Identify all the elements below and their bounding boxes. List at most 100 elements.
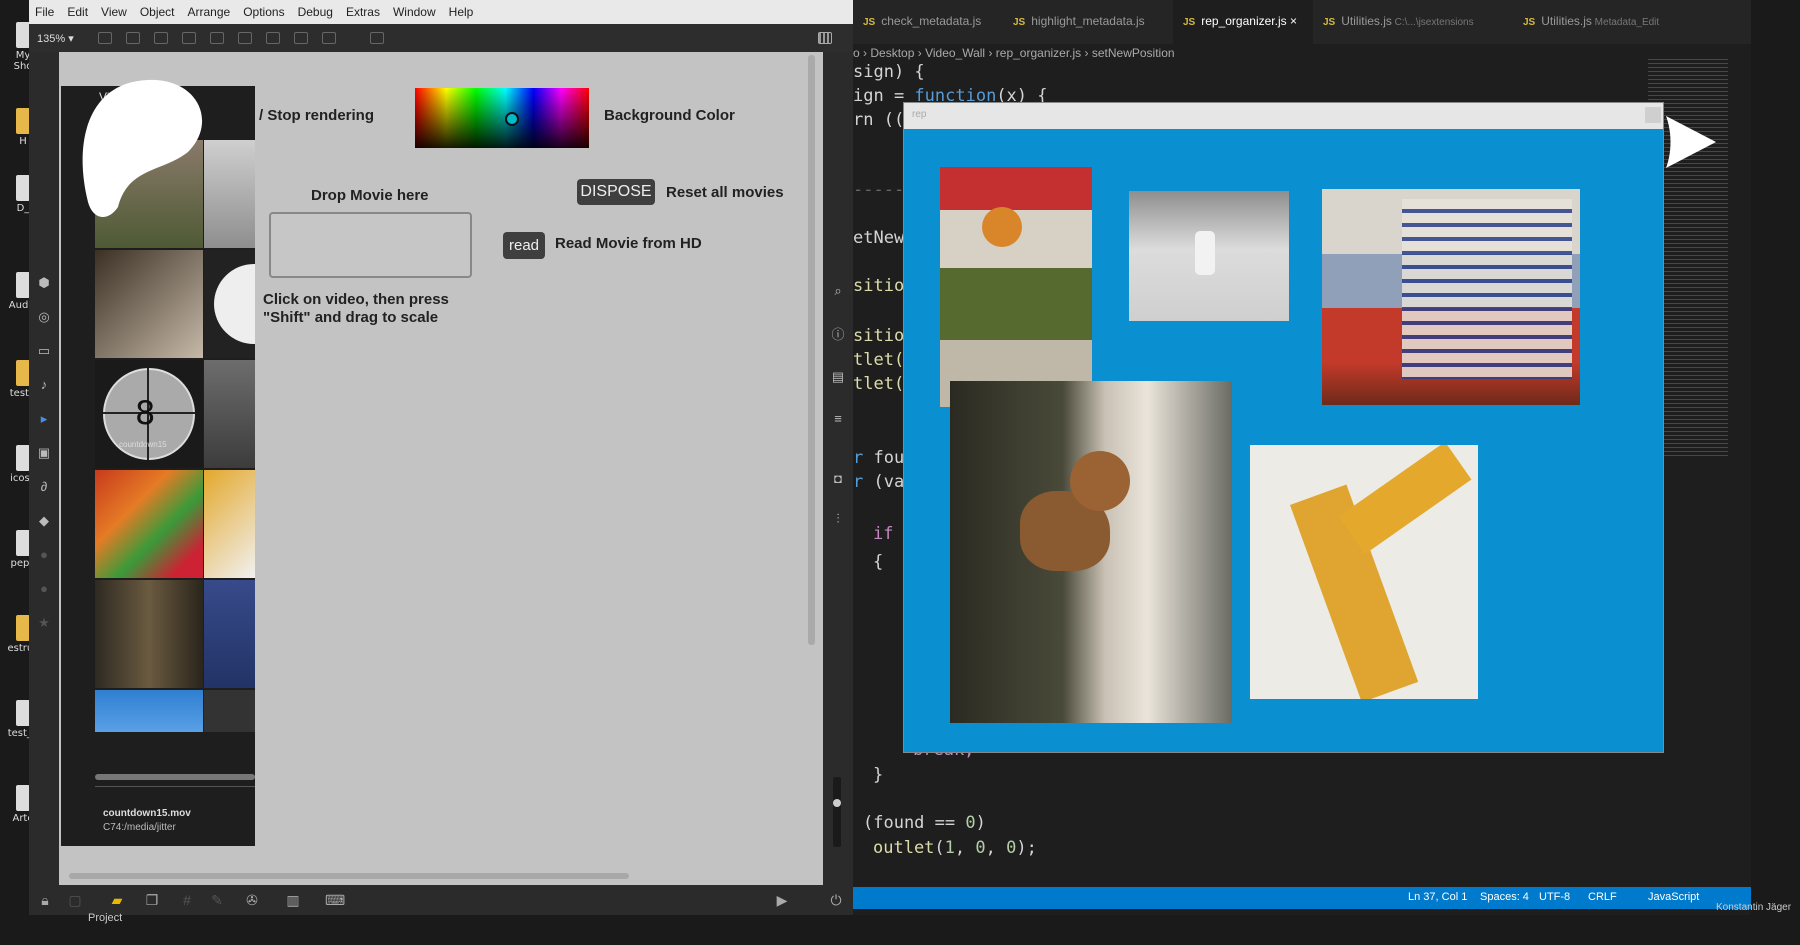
breadcrumb-item[interactable]: o bbox=[853, 46, 860, 60]
lock-tool-icon[interactable] bbox=[97, 32, 112, 44]
video-browser-icon[interactable]: ▸ bbox=[37, 412, 51, 426]
info-icon[interactable]: ⓘ bbox=[831, 328, 845, 342]
tab-label: check_metadata.js bbox=[881, 14, 982, 28]
status-item[interactable]: Spaces: 4 bbox=[1480, 891, 1529, 903]
max-toolbar: 135% ▾ bbox=[29, 24, 853, 52]
mixer-icon[interactable]: ⫶ bbox=[831, 512, 845, 526]
volume-slider[interactable] bbox=[833, 777, 841, 847]
keyboard-icon[interactable]: ⌨ bbox=[325, 892, 345, 908]
editor-tab[interactable]: JS rep_organizer.js × bbox=[1173, 0, 1313, 44]
music-icon[interactable]: ♪ bbox=[37, 378, 51, 392]
comment-tool-icon[interactable] bbox=[153, 32, 168, 44]
window-icon[interactable]: ▭ bbox=[37, 344, 51, 358]
cloud-tool-icon[interactable] bbox=[369, 32, 384, 44]
thumb-chickens[interactable] bbox=[95, 250, 203, 358]
editor-tab[interactable]: JS check_metadata.js bbox=[853, 0, 1003, 44]
status-item[interactable]: CRLF bbox=[1588, 891, 1617, 903]
object-tool-icon[interactable] bbox=[125, 32, 140, 44]
thumb-excavator[interactable] bbox=[204, 470, 255, 578]
video-excavator[interactable] bbox=[1250, 445, 1478, 699]
debug-icon[interactable]: ✎ bbox=[209, 892, 225, 908]
align-tool-icon[interactable] bbox=[237, 32, 252, 44]
file-icon bbox=[16, 785, 30, 811]
comment-icon[interactable]: ▰ bbox=[109, 892, 125, 908]
paperclip-icon[interactable]: ∂ bbox=[37, 480, 51, 494]
menu-arrange[interactable]: Arrange bbox=[188, 5, 231, 19]
grid-tool-icon[interactable] bbox=[181, 32, 196, 44]
power-icon[interactable]: ⏻ bbox=[828, 892, 844, 908]
rep-video-window[interactable]: rep bbox=[903, 102, 1664, 753]
thumb-dark[interactable] bbox=[95, 580, 203, 688]
video-basketball[interactable] bbox=[940, 167, 1092, 407]
video-skater[interactable] bbox=[1129, 191, 1289, 321]
menu-edit[interactable]: Edit bbox=[67, 5, 88, 19]
menu-help[interactable]: Help bbox=[449, 5, 474, 19]
menu-options[interactable]: Options bbox=[243, 5, 284, 19]
thumb-bowls[interactable] bbox=[95, 470, 203, 578]
image-icon[interactable]: ▣ bbox=[37, 446, 51, 460]
add-tool-icon[interactable] bbox=[321, 32, 336, 44]
menu-view[interactable]: View bbox=[101, 5, 127, 19]
disc2-icon[interactable]: ● bbox=[37, 582, 51, 596]
read-movie-label: Read Movie from HD bbox=[555, 235, 702, 252]
close-tab-icon[interactable]: × bbox=[1287, 14, 1297, 28]
grid-icon[interactable]: # bbox=[179, 892, 195, 908]
grid-view-icon[interactable] bbox=[817, 32, 832, 44]
lock-icon[interactable]: 🔒︎ bbox=[37, 892, 53, 908]
snap-tool-icon[interactable] bbox=[209, 32, 224, 44]
camera-icon[interactable]: ◘ bbox=[831, 472, 845, 486]
disc-icon[interactable]: ● bbox=[37, 548, 51, 562]
breadcrumb-item[interactable]: rep_organizer.js bbox=[996, 46, 1081, 60]
present-tool-icon[interactable] bbox=[265, 32, 280, 44]
status-item[interactable]: Ln 37, Col 1 bbox=[1408, 891, 1467, 903]
list-icon[interactable]: ≡ bbox=[831, 412, 845, 426]
star-icon[interactable]: ★ bbox=[37, 616, 51, 630]
patcher-vscroll[interactable] bbox=[808, 55, 815, 645]
tab-label: Utilities.js bbox=[1541, 14, 1592, 28]
menu-file[interactable]: File bbox=[35, 5, 54, 19]
breadcrumb-item[interactable]: Desktop bbox=[870, 46, 914, 60]
play-icon[interactable]: ▶ bbox=[774, 892, 790, 908]
thumb-lightning[interactable] bbox=[204, 690, 255, 732]
read-button[interactable]: read bbox=[503, 232, 545, 259]
editor-tab[interactable]: JS Utilities.js C:\...\jsextensions bbox=[1313, 0, 1513, 44]
windows-icon[interactable]: ❐ bbox=[144, 892, 160, 908]
file-icon bbox=[16, 445, 30, 471]
menu-debug[interactable]: Debug bbox=[298, 5, 333, 19]
help-tool-icon[interactable] bbox=[293, 32, 308, 44]
thumb-countdown[interactable]: 8 countdown15 bbox=[95, 360, 203, 468]
target-icon[interactable]: ◎ bbox=[37, 310, 51, 324]
palette-icon[interactable]: ▥ bbox=[285, 892, 301, 908]
zoom-select[interactable]: 135% ▾ bbox=[37, 32, 74, 45]
media-scrollbar[interactable] bbox=[95, 774, 255, 780]
status-item[interactable]: JavaScript bbox=[1648, 891, 1699, 903]
video-chickens[interactable] bbox=[950, 381, 1232, 723]
color-knob[interactable] bbox=[505, 112, 519, 126]
thumb-countdown-b[interactable] bbox=[204, 250, 255, 358]
presentation-icon[interactable]: ▢ bbox=[67, 892, 83, 908]
patcher-hscroll[interactable] bbox=[69, 873, 629, 879]
breadcrumb-item[interactable]: Video_Wall bbox=[925, 46, 985, 60]
arrow-icon[interactable]: ◆ bbox=[37, 514, 51, 528]
thumb-ducks[interactable] bbox=[204, 580, 255, 688]
editor-tab[interactable]: JS Utilities.js Metadata_Edit bbox=[1513, 0, 1683, 44]
thumb-skater[interactable] bbox=[204, 140, 255, 248]
wrench-icon[interactable]: ✇ bbox=[244, 892, 260, 908]
background-color-swatch[interactable] bbox=[415, 88, 589, 148]
thumb-grey[interactable] bbox=[204, 360, 255, 468]
rep-close-button[interactable] bbox=[1645, 107, 1661, 123]
menu-object[interactable]: Object bbox=[140, 5, 175, 19]
video-bowls[interactable] bbox=[1322, 189, 1580, 405]
breadcrumb-item[interactable]: setNewPosition bbox=[1092, 46, 1175, 60]
menu-window[interactable]: Window bbox=[393, 5, 436, 19]
status-item[interactable]: UTF-8 bbox=[1539, 891, 1570, 903]
reference-icon[interactable]: ▤ bbox=[831, 370, 845, 384]
editor-tab[interactable]: JS highlight_metadata.js bbox=[1003, 0, 1173, 44]
thumb-sky[interactable] bbox=[95, 690, 203, 732]
search-icon[interactable]: ⌕ bbox=[831, 284, 845, 298]
drop-movie-box[interactable] bbox=[269, 212, 472, 278]
dispose-button[interactable]: DISPOSE bbox=[577, 179, 655, 205]
packages-icon[interactable]: ⬢ bbox=[37, 276, 51, 290]
menu-extras[interactable]: Extras bbox=[346, 5, 380, 19]
file-icon bbox=[16, 700, 30, 726]
